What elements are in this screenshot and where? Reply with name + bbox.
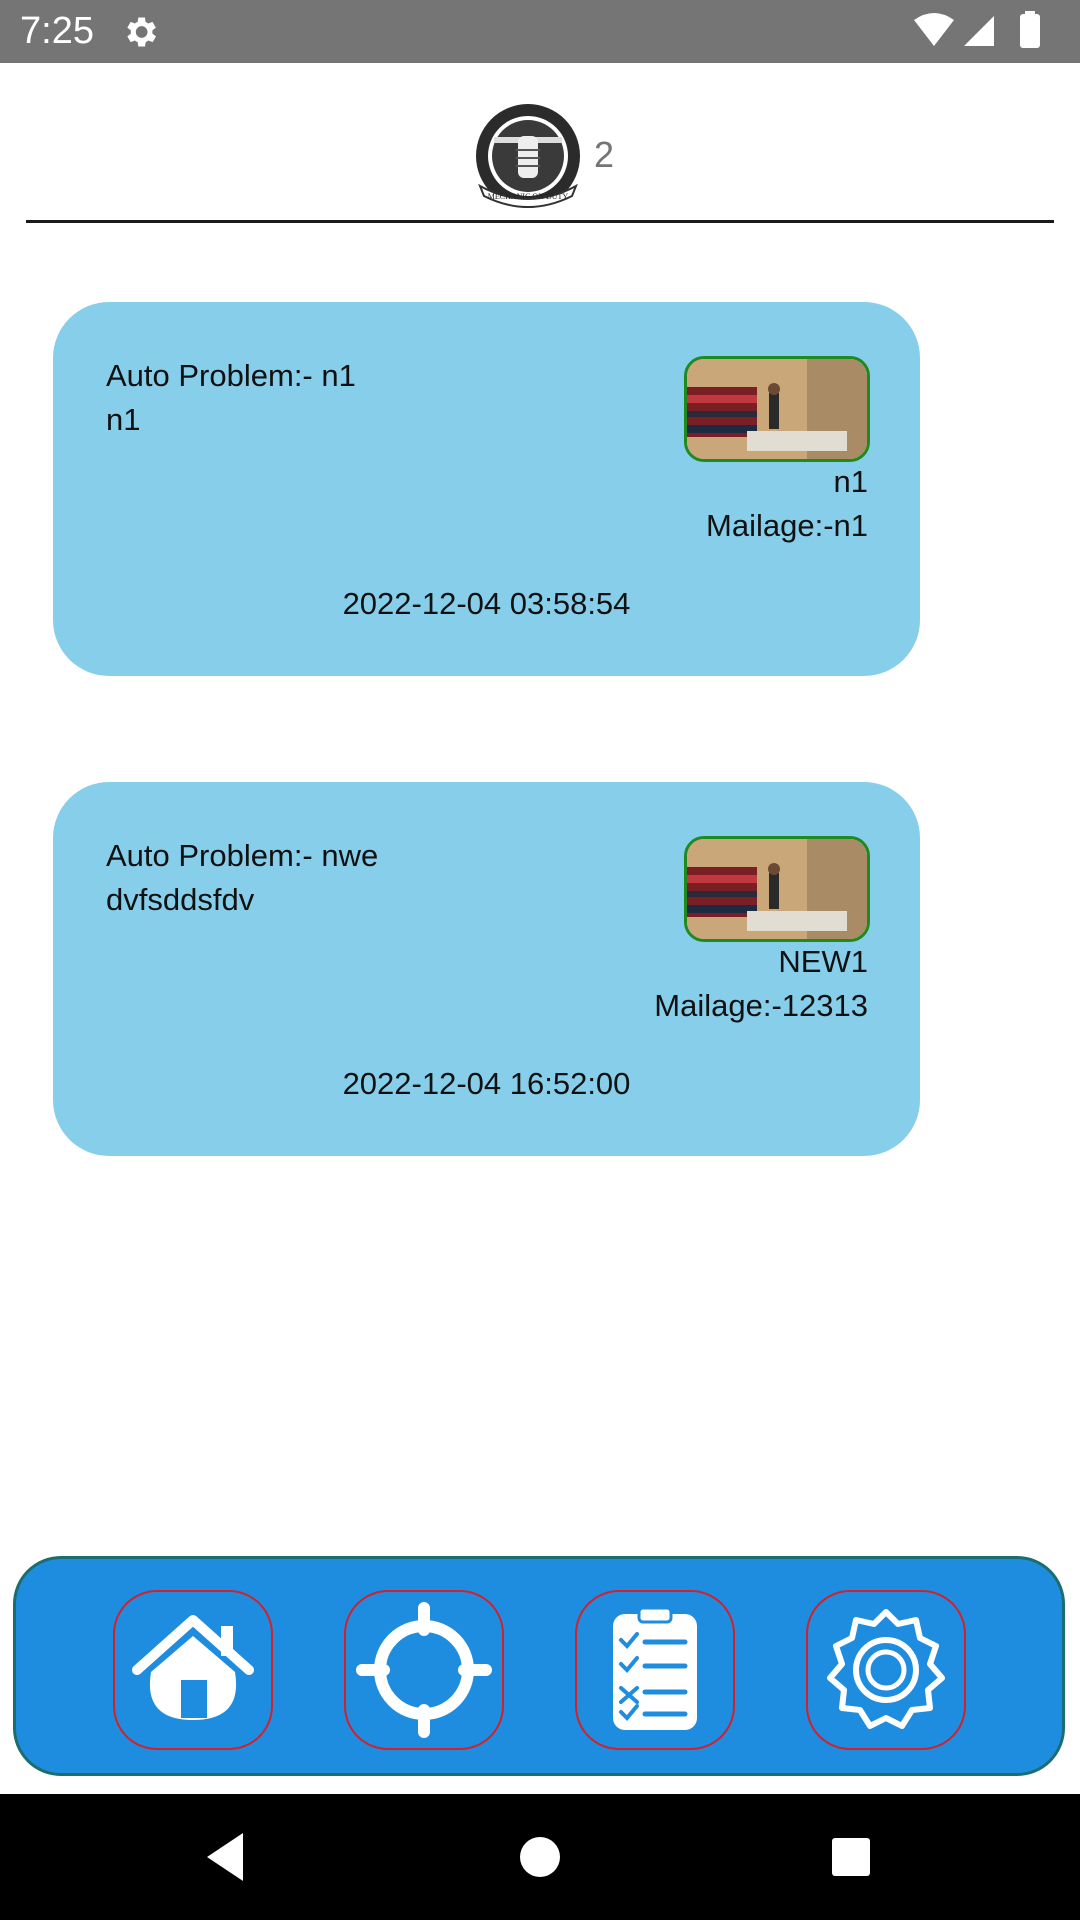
request-card[interactable]: Auto Problem:- nwe dvfsddsfdv NEW1 Maila… bbox=[53, 782, 920, 1156]
problem-title: Auto Problem:- nwe bbox=[106, 838, 379, 873]
vehicle-mileage: Mailage:-12313 bbox=[654, 988, 868, 1023]
app-header: MECHANIC ON DUTY 2 bbox=[0, 63, 1080, 223]
status-right-icons bbox=[914, 11, 1040, 48]
problem-description: n1 bbox=[106, 402, 141, 437]
cell-signal-icon bbox=[964, 16, 994, 46]
home-icon bbox=[132, 1615, 254, 1720]
bottom-navigation bbox=[13, 1556, 1065, 1776]
nav-checklist-button[interactable] bbox=[575, 1590, 735, 1750]
nav-locate-button[interactable] bbox=[344, 1590, 504, 1750]
settings-icon bbox=[127, 17, 156, 47]
vehicle-name: NEW1 bbox=[778, 944, 868, 979]
locate-icon bbox=[356, 1602, 492, 1738]
status-bar: 7:25 bbox=[0, 0, 1080, 63]
vehicle-mileage: Mailage:-n1 bbox=[706, 508, 868, 543]
system-navigation-bar bbox=[0, 1794, 1080, 1920]
back-icon[interactable] bbox=[195, 1827, 255, 1887]
settings-icon bbox=[827, 1609, 945, 1729]
vehicle-name: n1 bbox=[833, 464, 868, 499]
request-count: 2 bbox=[594, 134, 615, 175]
vehicle-photo bbox=[684, 356, 870, 462]
logo-text: MECHANIC ON DUTY bbox=[488, 192, 569, 201]
home-circle-icon[interactable] bbox=[510, 1827, 570, 1887]
recents-icon[interactable] bbox=[821, 1827, 881, 1887]
problem-description: dvfsddsfdv bbox=[106, 882, 255, 917]
header-divider bbox=[26, 220, 1054, 223]
checklist-icon bbox=[613, 1606, 697, 1730]
problem-title: Auto Problem:- n1 bbox=[106, 358, 356, 393]
vehicle-photo bbox=[684, 836, 870, 942]
nav-settings-button[interactable] bbox=[806, 1590, 966, 1750]
battery-icon bbox=[1020, 14, 1040, 48]
mechanic-logo: MECHANIC ON DUTY bbox=[476, 104, 580, 208]
status-time: 7:25 bbox=[20, 10, 94, 52]
nav-home-button[interactable] bbox=[113, 1590, 273, 1750]
request-timestamp: 2022-12-04 03:58:54 bbox=[342, 586, 631, 621]
wifi-icon bbox=[914, 13, 954, 46]
request-card[interactable]: Auto Problem:- n1 n1 n1 Mailage:-n1 2022… bbox=[53, 302, 920, 676]
request-timestamp: 2022-12-04 16:52:00 bbox=[342, 1066, 631, 1101]
